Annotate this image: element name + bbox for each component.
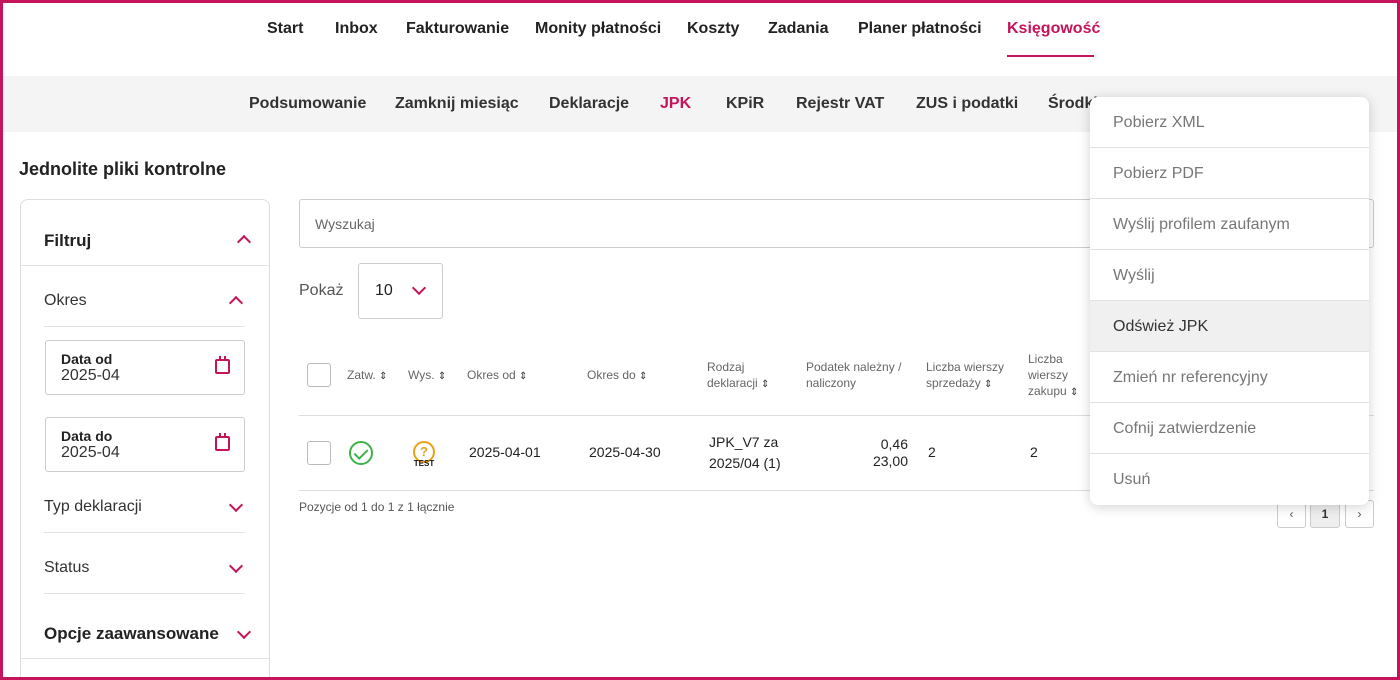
cell-sales-rows: 2 [928, 444, 936, 460]
header-text: sprzedaży [926, 376, 981, 390]
filter-header[interactable]: Filtruj [21, 200, 269, 266]
column-header-sent[interactable]: Wys. ⇕ [408, 367, 446, 385]
nav-item-fakturowanie[interactable]: Fakturowanie [406, 20, 509, 38]
divider [21, 658, 269, 659]
calendar-icon[interactable] [215, 356, 230, 374]
actions-dropdown-menu: Pobierz XML Pobierz PDF Wyślij profilem … [1090, 97, 1369, 505]
nav-item-ksiegowosc[interactable]: Księgowość [1007, 20, 1100, 38]
header-text: Wys. [408, 368, 435, 382]
menu-item-send[interactable]: Wyślij [1090, 250, 1369, 301]
chevron-up-icon[interactable] [228, 295, 244, 311]
svg-text:?: ? [420, 444, 428, 459]
header-text: naliczony [806, 376, 857, 390]
nav-item-start[interactable]: Start [267, 20, 303, 38]
cell-declaration-type-line2[interactable]: 2025/04 (1) [709, 453, 781, 474]
cell-purchase-rows: 2 [1030, 444, 1038, 460]
sort-icon[interactable]: ⇕ [1070, 387, 1078, 398]
status-label: Status [44, 559, 90, 576]
search-placeholder: Wyszukaj [315, 216, 375, 232]
subnav-item-zus[interactable]: ZUS i podatki [916, 95, 1018, 113]
nav-item-zadania[interactable]: Zadania [768, 20, 828, 38]
table-summary: Pozycje od 1 do 1 z 1 łącznie [299, 500, 455, 514]
menu-item-change-reference[interactable]: Zmień nr referencyjny [1090, 352, 1369, 403]
chevron-down-icon[interactable] [411, 280, 427, 296]
header-text: Podatek należny / [806, 360, 902, 374]
column-header-tax: Podatek należny / naliczony [806, 359, 901, 391]
nav-item-koszty[interactable]: Koszty [687, 20, 739, 38]
sort-icon[interactable]: ⇕ [984, 379, 992, 390]
calendar-icon[interactable] [215, 433, 230, 451]
menu-item-download-pdf[interactable]: Pobierz PDF [1090, 148, 1369, 199]
cell-period-to: 2025-04-30 [589, 444, 661, 460]
date-from-value: 2025-04 [61, 367, 120, 384]
cell-period-from: 2025-04-01 [469, 444, 541, 460]
header-text: Liczba wierszy [926, 360, 1005, 374]
advanced-options-toggle[interactable]: Opcje zaawansowane [44, 624, 219, 644]
chevron-down-icon[interactable] [228, 497, 244, 513]
chevron-down-icon[interactable] [236, 624, 252, 640]
filter-panel: Filtruj Okres Data od 2025-04 Data do 20… [20, 199, 270, 680]
sort-icon[interactable]: ⇕ [761, 379, 769, 390]
header-text: wierszy [1028, 368, 1069, 382]
menu-item-undo-approval[interactable]: Cofnij zatwierdzenie [1090, 403, 1369, 454]
cell-declaration-type-line1[interactable]: JPK_V7 za [709, 432, 778, 453]
header-text: Rodzaj [707, 360, 745, 374]
active-nav-underline [1007, 55, 1094, 57]
header-text: Okres do [587, 368, 636, 382]
filter-status-toggle[interactable]: Status [44, 533, 245, 594]
nav-item-inbox[interactable]: Inbox [335, 20, 378, 38]
subnav-item-zamknij-miesiac[interactable]: Zamknij miesiąc [395, 95, 519, 113]
menu-item-send-trusted-profile[interactable]: Wyślij profilem zaufanym [1090, 199, 1369, 250]
column-header-declaration-type[interactable]: Rodzaj deklaracji ⇕ [707, 359, 769, 393]
filter-declaration-type-toggle[interactable]: Typ deklaracji [44, 472, 245, 533]
column-header-approved[interactable]: Zatw. ⇕ [347, 367, 387, 385]
date-to-field[interactable]: Data do 2025-04 [45, 417, 245, 472]
header-text: zakupu [1028, 384, 1067, 398]
page-size-value: 10 [375, 282, 393, 299]
chevron-up-icon[interactable] [236, 234, 252, 250]
test-badge: TEST [414, 459, 435, 468]
column-header-period-to[interactable]: Okres do ⇕ [587, 367, 647, 385]
date-to-label: Data do [61, 428, 113, 444]
select-all-checkbox[interactable] [307, 363, 331, 387]
subnav-item-podsumowanie[interactable]: Podsumowanie [249, 95, 366, 113]
subnav-item-jpk[interactable]: JPK [660, 95, 691, 113]
column-header-purchase-rows[interactable]: Liczba wierszy zakupu ⇕ [1028, 351, 1078, 401]
page-size-label: Pokaż [299, 282, 344, 299]
test-question-icon: ? TEST [413, 441, 435, 468]
column-header-sales-rows[interactable]: Liczba wierszy sprzedaży ⇕ [926, 359, 1004, 393]
nav-item-monity[interactable]: Monity płatności [535, 20, 661, 38]
cell-tax-input: 23,00 [872, 453, 908, 469]
check-circle-icon [349, 441, 373, 465]
menu-item-download-xml[interactable]: Pobierz XML [1090, 97, 1369, 148]
header-text: Okres od [467, 368, 516, 382]
page-size-select[interactable]: 10 [358, 263, 443, 319]
chevron-down-icon[interactable] [228, 558, 244, 574]
date-from-field[interactable]: Data od 2025-04 [45, 340, 245, 395]
declaration-type-label: Typ deklaracji [44, 498, 142, 515]
sort-icon[interactable]: ⇕ [379, 371, 387, 382]
filter-period-toggle[interactable]: Okres [44, 266, 245, 327]
sort-icon[interactable]: ⇕ [639, 371, 647, 382]
top-navigation: Start Inbox Fakturowanie Monity płatnośc… [0, 0, 1400, 76]
date-to-value: 2025-04 [61, 444, 120, 461]
page-title: Jednolite pliki kontrolne [19, 159, 227, 179]
menu-item-refresh-jpk[interactable]: Odśwież JPK [1090, 301, 1369, 352]
menu-item-delete[interactable]: Usuń [1090, 454, 1369, 505]
sort-icon[interactable]: ⇕ [438, 371, 446, 382]
nav-item-planer[interactable]: Planer płatności [858, 20, 982, 38]
subnav-item-deklaracje[interactable]: Deklaracje [549, 95, 629, 113]
period-label: Okres [44, 292, 87, 309]
sort-icon[interactable]: ⇕ [519, 371, 527, 382]
date-from-label: Data od [61, 351, 113, 367]
row-checkbox[interactable] [307, 441, 331, 465]
filter-title: Filtruj [44, 231, 92, 250]
header-text: Zatw. [347, 368, 376, 382]
column-header-period-from[interactable]: Okres od ⇕ [467, 367, 527, 385]
subnav-item-rejestr-vat[interactable]: Rejestr VAT [796, 95, 884, 113]
header-text: deklaracji [707, 376, 758, 390]
header-text: Liczba [1028, 352, 1063, 366]
subnav-item-kpir[interactable]: KPiR [726, 95, 764, 113]
